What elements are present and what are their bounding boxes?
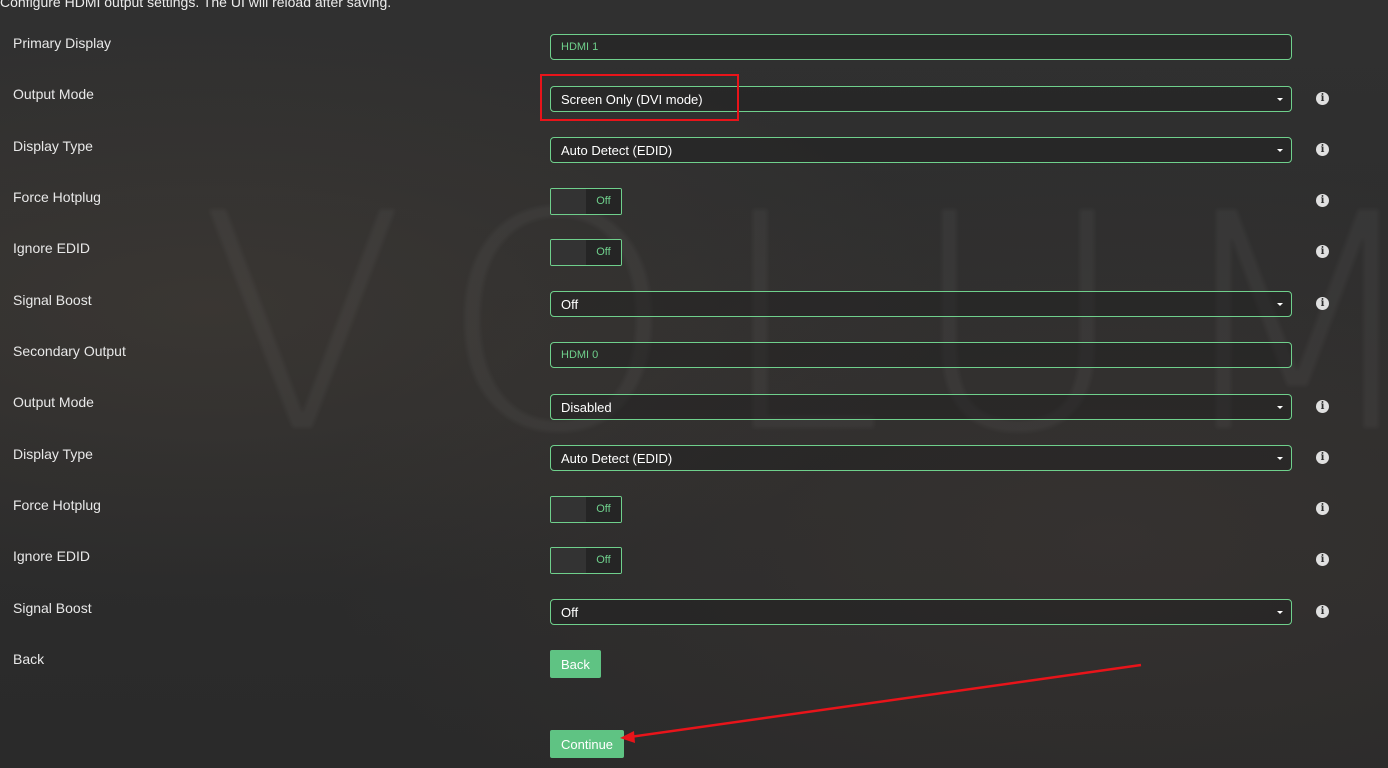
field-value: HDMI 1 [561,41,599,53]
setting-label: Display Type [13,446,93,462]
chevron-down-icon [1277,98,1283,101]
info-icon[interactable]: i [1316,92,1329,105]
secondary-output-mode-select[interactable]: Disabled [550,394,1292,420]
secondary-display-type-select[interactable]: Auto Detect (EDID) [550,445,1292,471]
output-mode-select[interactable]: Screen Only (DVI mode) [550,86,1292,112]
setting-row-secondary-force-hotplug: Force Hotplug Off i [0,496,1388,526]
setting-label: Force Hotplug [13,497,101,513]
chevron-down-icon [1277,406,1283,409]
setting-row-signal-boost: Signal Boost Off i [0,291,1388,321]
setting-label: Output Mode [13,394,94,410]
info-icon[interactable]: i [1316,553,1329,566]
info-icon[interactable]: i [1316,605,1329,618]
toggle-knob [551,497,586,522]
select-value: Off [561,297,579,312]
select-value: Screen Only (DVI mode) [561,92,703,107]
info-icon[interactable]: i [1316,502,1329,515]
toggle-state: Off [586,240,621,265]
setting-label: Signal Boost [13,600,92,616]
setting-row-force-hotplug: Force Hotplug Off i [0,188,1388,218]
setting-label: Ignore EDID [13,240,91,256]
setting-row-display-type: Display Type Auto Detect (EDID) i [0,137,1388,167]
secondary-force-hotplug-toggle[interactable]: Off [550,496,622,523]
toggle-knob [551,189,586,214]
setting-row-secondary-ignore-edid: Ignore EDID Off i [0,547,1388,577]
page-description: Configure HDMI output settings. The UI w… [0,0,392,10]
toggle-state: Off [586,497,621,522]
chevron-down-icon [1277,303,1283,306]
setting-label: Ignore EDID [13,548,91,564]
select-value: Off [561,605,579,620]
setting-label: Display Type [13,138,93,154]
secondary-ignore-edid-toggle[interactable]: Off [550,547,622,574]
setting-row-secondary-display-type: Display Type Auto Detect (EDID) i [0,445,1388,475]
chevron-down-icon [1277,149,1283,152]
setting-label: Output Mode [13,86,94,102]
signal-boost-select[interactable]: Off [550,291,1292,317]
toggle-knob [551,240,586,265]
select-value: Disabled [561,400,612,415]
primary-display-field[interactable]: HDMI 1 [550,34,1292,60]
select-value: Auto Detect (EDID) [561,143,673,158]
setting-row-back: Back Back [0,650,1388,680]
back-button[interactable]: Back [550,650,601,678]
field-value: HDMI 0 [561,349,599,361]
secondary-signal-boost-select[interactable]: Off [550,599,1292,625]
setting-row-secondary-output: Secondary Output HDMI 0 [0,342,1388,372]
info-icon[interactable]: i [1316,297,1329,310]
chevron-down-icon [1277,611,1283,614]
setting-label: Force Hotplug [13,189,101,205]
info-icon[interactable]: i [1316,400,1329,413]
toggle-state: Off [586,189,621,214]
ignore-edid-toggle[interactable]: Off [550,239,622,266]
setting-label: Primary Display [13,35,112,51]
toggle-state: Off [586,548,621,573]
chevron-down-icon [1277,457,1283,460]
setting-row-primary-display: Primary Display HDMI 1 [0,34,1388,64]
setting-row-output-mode: Output Mode Screen Only (DVI mode) i [0,86,1388,116]
info-icon[interactable]: i [1316,143,1329,156]
continue-row: Continue [0,729,1388,759]
display-type-select[interactable]: Auto Detect (EDID) [550,137,1292,163]
setting-row-secondary-output-mode: Output Mode Disabled i [0,394,1388,424]
setting-row-secondary-signal-boost: Signal Boost Off i [0,599,1388,629]
setting-row-ignore-edid: Ignore EDID Off i [0,239,1388,269]
force-hotplug-toggle[interactable]: Off [550,188,622,215]
toggle-knob [551,548,586,573]
info-icon[interactable]: i [1316,245,1329,258]
info-icon[interactable]: i [1316,194,1329,207]
setting-label: Back [13,651,45,667]
info-icon[interactable]: i [1316,451,1329,464]
setting-label: Signal Boost [13,292,92,308]
select-value: Auto Detect (EDID) [561,451,673,466]
setting-label: Secondary Output [13,343,126,359]
secondary-output-field[interactable]: HDMI 0 [550,342,1292,368]
continue-button[interactable]: Continue [550,730,625,758]
